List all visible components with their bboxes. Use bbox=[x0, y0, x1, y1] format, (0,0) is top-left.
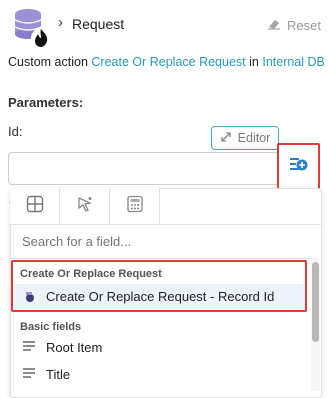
subtitle-connector: in bbox=[249, 55, 259, 69]
picker-tabs bbox=[10, 188, 160, 224]
action-link[interactable]: Create Or Replace Request bbox=[91, 55, 245, 69]
highlight-frame bbox=[11, 260, 307, 312]
tab-fields[interactable] bbox=[10, 188, 60, 224]
chevron-right-icon: › bbox=[58, 14, 63, 31]
editor-button[interactable]: Editor bbox=[211, 126, 279, 150]
field-search-input[interactable] bbox=[22, 234, 302, 249]
group-header-basic-fields: Basic fields bbox=[20, 321, 82, 333]
list-icon bbox=[22, 367, 36, 382]
grid-icon bbox=[26, 195, 44, 218]
title-label: Title bbox=[46, 367, 71, 382]
list-item-title[interactable]: Title bbox=[22, 367, 70, 382]
page-title: Request bbox=[72, 16, 125, 32]
database-fire-icon bbox=[12, 6, 52, 50]
parameters-heading: Parameters: bbox=[8, 95, 84, 110]
eraser-icon bbox=[267, 18, 281, 33]
list-icon bbox=[22, 340, 36, 355]
reset-label: Reset bbox=[287, 18, 321, 33]
list-item-root-item[interactable]: Root Item bbox=[22, 340, 102, 355]
tab-select[interactable] bbox=[60, 188, 110, 224]
insert-field-icon bbox=[289, 156, 309, 179]
action-subtitle: Custom action Create Or Replace Request … bbox=[8, 55, 325, 69]
calculator-icon bbox=[126, 195, 144, 218]
dropdown-scrollbar-thumb[interactable] bbox=[312, 262, 319, 342]
tab-calculator[interactable] bbox=[110, 188, 160, 224]
editor-label: Editor bbox=[237, 131, 271, 145]
id-input[interactable] bbox=[8, 152, 286, 185]
db-link[interactable]: Internal DB bbox=[262, 55, 325, 69]
insert-variable-button[interactable] bbox=[277, 143, 320, 191]
tabs-divider bbox=[10, 224, 322, 225]
reset-button[interactable]: Reset bbox=[267, 18, 321, 33]
pointer-select-icon bbox=[76, 195, 94, 218]
id-field-label: Id: bbox=[8, 124, 23, 139]
root-item-label: Root Item bbox=[46, 340, 103, 355]
subtitle-prefix: Custom action bbox=[8, 55, 88, 69]
search-divider bbox=[10, 258, 322, 259]
expand-icon bbox=[220, 131, 232, 146]
